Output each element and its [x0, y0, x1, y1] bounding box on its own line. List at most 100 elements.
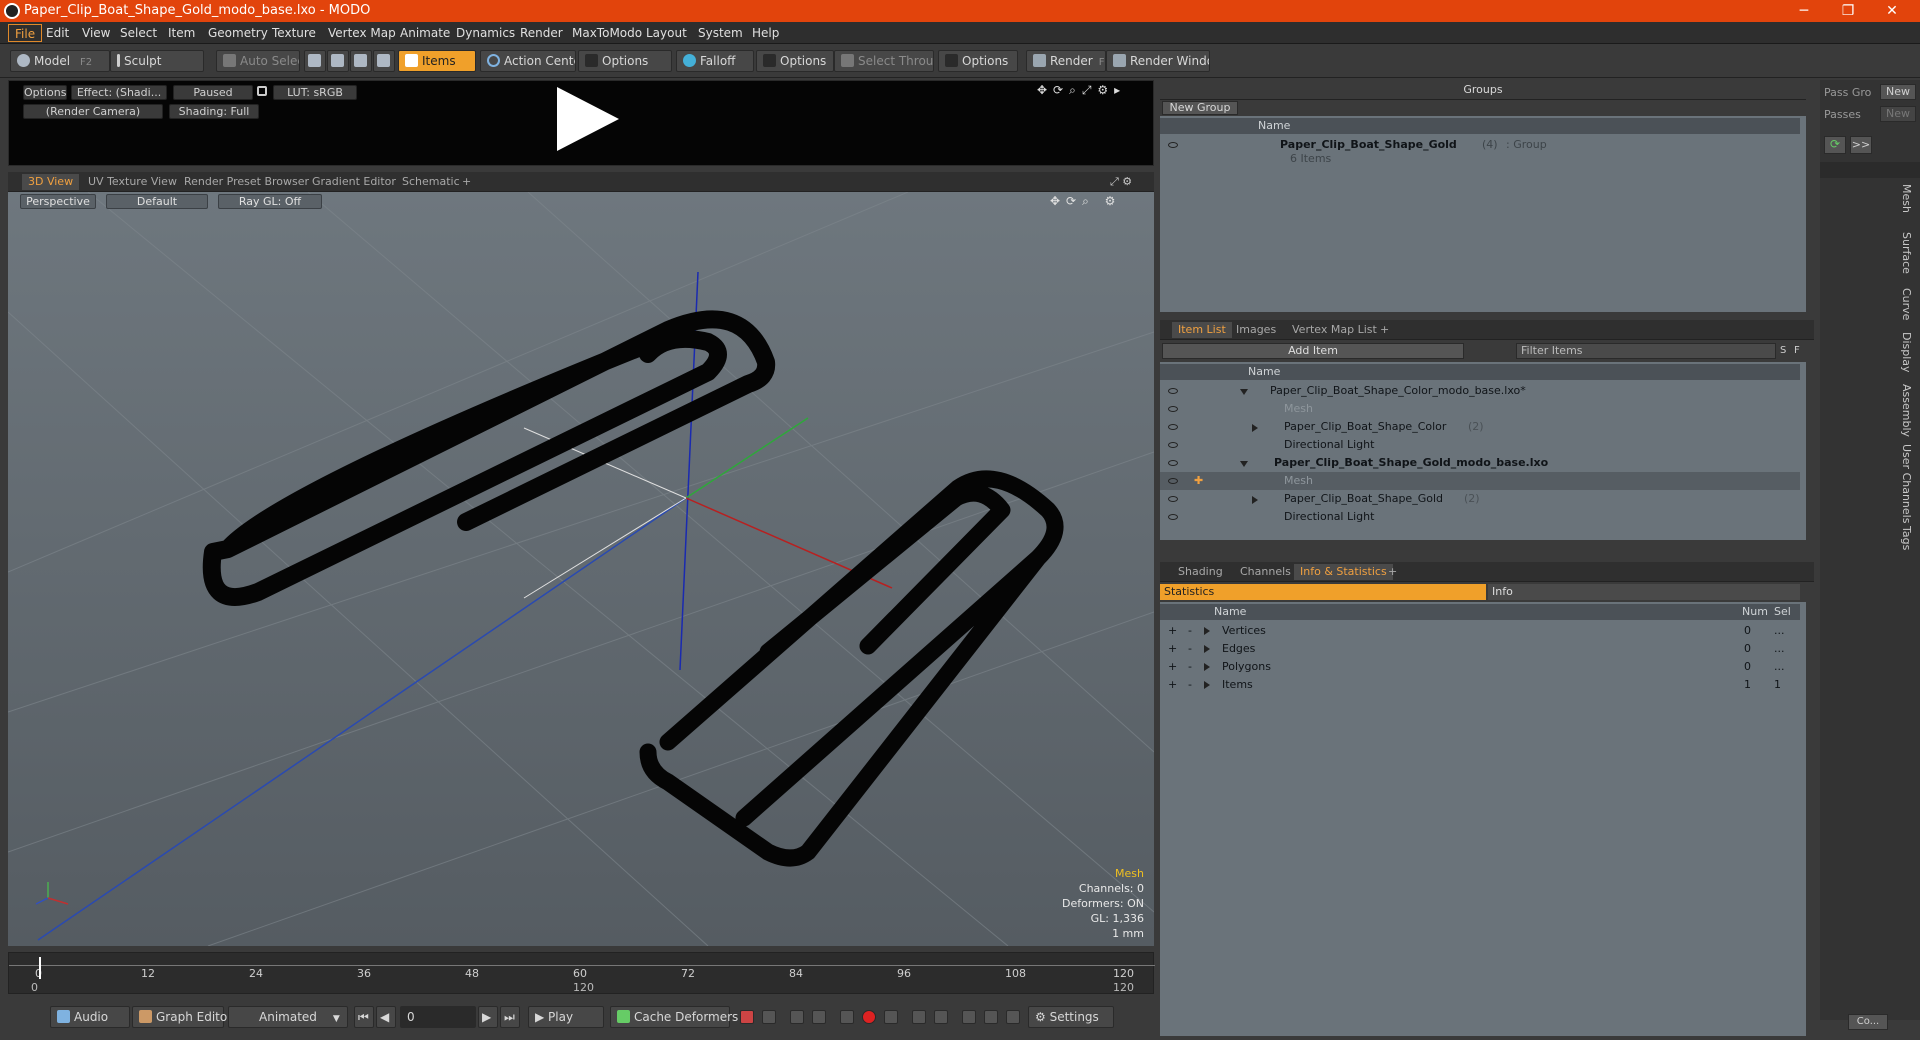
first-frame-button[interactable]: ⏮: [354, 1006, 374, 1028]
paused-toggle[interactable]: Paused: [173, 85, 253, 100]
stats-row[interactable]: + - Items 1 1: [1160, 676, 1800, 694]
add-item-dropdown[interactable]: Add Item: [1162, 343, 1464, 359]
side-tab-curve[interactable]: Curve: [1900, 288, 1913, 320]
eye-icon[interactable]: [1168, 514, 1178, 520]
eye-icon[interactable]: [1168, 142, 1178, 148]
eye-icon[interactable]: [1168, 442, 1178, 448]
list-item[interactable]: Paper_Clip_Boat_Shape_Color_modo_base.lx…: [1160, 382, 1800, 400]
menu-file[interactable]: File: [8, 24, 43, 42]
expand-plus[interactable]: +: [1168, 640, 1177, 658]
next-frame-button[interactable]: ▶: [478, 1006, 498, 1028]
eye-icon[interactable]: [1168, 496, 1178, 502]
menu-system[interactable]: System: [692, 24, 749, 42]
f-toggle[interactable]: F: [1794, 343, 1806, 359]
tab-shading[interactable]: Shading: [1172, 564, 1229, 580]
model-mode-button[interactable]: Model F2: [10, 50, 110, 72]
prev-frame-button[interactable]: ◀: [376, 1006, 396, 1028]
new-group-button[interactable]: New Group: [1162, 101, 1238, 115]
expand-button[interactable]: >>: [1850, 136, 1872, 154]
new-pass-group-button[interactable]: New: [1880, 84, 1916, 100]
lock-icon[interactable]: [257, 86, 267, 96]
falloff-options-button[interactable]: Options: [756, 50, 834, 72]
eye-icon[interactable]: [1168, 388, 1178, 394]
channel-key-icon[interactable]: [1006, 1010, 1020, 1024]
side-tab-mesh[interactable]: Mesh: [1900, 184, 1913, 213]
menu-animate[interactable]: Animate: [394, 24, 456, 42]
render-preview[interactable]: Options Effect: (Shadi... Paused LUT: sR…: [8, 80, 1154, 166]
menu-maxtomodo[interactable]: MaxToModo: [566, 24, 648, 42]
eye-icon[interactable]: [1168, 406, 1178, 412]
lut-dropdown[interactable]: LUT: sRGB: [273, 85, 357, 100]
channel-key-icon[interactable]: [962, 1010, 976, 1024]
timeline[interactable]: 0 12 24 36 48 60 72 84 96 108 120 0 120 …: [8, 952, 1155, 994]
channel-key-icon[interactable]: [984, 1010, 998, 1024]
side-tab-assembly[interactable]: Assembly: [1900, 384, 1913, 437]
3d-viewport[interactable]: Perspective Default Ray GL: Off ✥⟳⌕ ⚙ Me…: [8, 192, 1154, 946]
preview-options-button[interactable]: Options: [23, 85, 67, 100]
menu-texture[interactable]: Texture: [266, 24, 322, 42]
record-icon[interactable]: [862, 1010, 876, 1024]
render-window-button[interactable]: Render Window: [1106, 50, 1210, 72]
menu-help[interactable]: Help: [746, 24, 785, 42]
polygons-mode-button[interactable]: [350, 50, 372, 72]
add-item-list-tab-button[interactable]: +: [1374, 322, 1395, 338]
materials-mode-button[interactable]: [373, 50, 395, 72]
list-item[interactable]: Paper_Clip_Boat_Shape_Gold_modo_base.lxo: [1160, 454, 1800, 472]
menu-select[interactable]: Select: [114, 24, 163, 42]
auto-key-icon[interactable]: [762, 1010, 776, 1024]
expand-icon[interactable]: [1204, 627, 1210, 635]
tab-vertex-map-list[interactable]: Vertex Map List: [1286, 322, 1383, 338]
menu-edit[interactable]: Edit: [40, 24, 75, 42]
tab-images[interactable]: Images: [1230, 322, 1282, 338]
eye-icon[interactable]: [1168, 424, 1178, 430]
new-pass-button[interactable]: New: [1880, 106, 1916, 122]
list-item[interactable]: Mesh: [1160, 400, 1800, 418]
falloff-button[interactable]: Falloff: [676, 50, 754, 72]
close-button[interactable]: ✕: [1872, 0, 1912, 22]
commands-button[interactable]: Co...: [1848, 1014, 1888, 1030]
collapse-minus[interactable]: -: [1188, 640, 1192, 658]
filter-items-input[interactable]: Filter Items: [1516, 343, 1776, 359]
view-expand-icon[interactable]: ⤢ ⚙: [1110, 175, 1132, 189]
default-dropdown[interactable]: Default: [106, 194, 208, 209]
perspective-dropdown[interactable]: Perspective: [20, 194, 96, 209]
list-item[interactable]: Paper_Clip_Boat_Shape_Color (2): [1160, 418, 1800, 436]
menu-render[interactable]: Render: [514, 24, 569, 42]
expand-icon[interactable]: [1204, 681, 1210, 689]
camera-dropdown[interactable]: (Render Camera): [23, 104, 163, 119]
stats-row[interactable]: + - Edges 0...: [1160, 640, 1800, 658]
expand-icon[interactable]: [1252, 496, 1258, 504]
expand-plus[interactable]: +: [1168, 658, 1177, 676]
key-all-icon[interactable]: [884, 1010, 898, 1024]
items-mode-button[interactable]: Items: [398, 50, 476, 72]
graph-editor-button[interactable]: Graph Editor: [132, 1006, 232, 1028]
menu-layout[interactable]: Layout: [640, 24, 693, 42]
list-item[interactable]: Paper_Clip_Boat_Shape_Gold (2): [1160, 490, 1800, 508]
menu-dynamics[interactable]: Dynamics: [450, 24, 521, 42]
menu-vertex-map[interactable]: Vertex Map: [322, 24, 402, 42]
tab-uv-texture-view[interactable]: UV Texture View: [82, 174, 183, 190]
record-key-icon[interactable]: [740, 1010, 754, 1024]
render-button[interactable]: Render F9: [1026, 50, 1106, 72]
expand-plus[interactable]: +: [1168, 676, 1177, 694]
expand-icon[interactable]: [1204, 663, 1210, 671]
step-forward-icon[interactable]: [934, 1010, 948, 1024]
raygl-dropdown[interactable]: Ray GL: Off: [218, 194, 322, 209]
sculpt-mode-button[interactable]: Sculpt: [110, 50, 204, 72]
tab-channels[interactable]: Channels: [1234, 564, 1297, 580]
stats-row[interactable]: + - Polygons 0...: [1160, 658, 1800, 676]
list-item[interactable]: Directional Light: [1160, 508, 1800, 526]
collapse-minus[interactable]: -: [1188, 658, 1192, 676]
eye-icon[interactable]: [1168, 460, 1178, 466]
audio-button[interactable]: Audio: [50, 1006, 130, 1028]
shading-dropdown[interactable]: Shading: Full: [169, 104, 259, 119]
list-item[interactable]: Directional Light: [1160, 436, 1800, 454]
tab-3d-view[interactable]: 3D View: [22, 174, 80, 190]
vertices-mode-button[interactable]: [304, 50, 326, 72]
action-center-button[interactable]: Action Center: [480, 50, 576, 72]
auto-select-button[interactable]: Auto Select: [216, 50, 300, 72]
pin-icon[interactable]: ✚: [1194, 472, 1203, 490]
play-button[interactable]: ▶ Play: [528, 1006, 604, 1028]
tab-item-list[interactable]: Item List: [1172, 322, 1232, 338]
expand-icon[interactable]: [1204, 645, 1210, 653]
